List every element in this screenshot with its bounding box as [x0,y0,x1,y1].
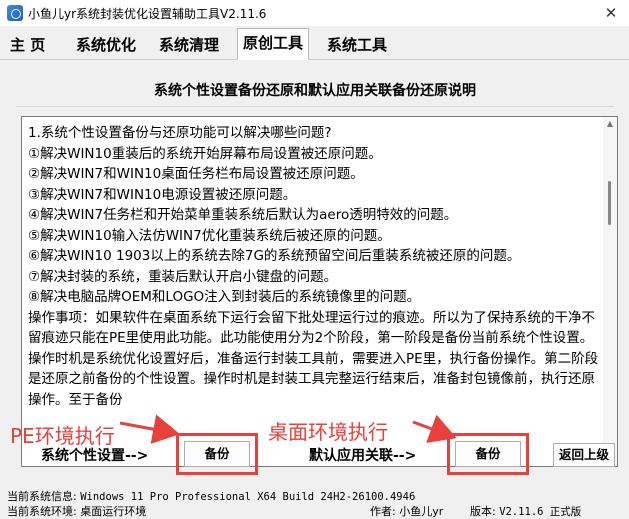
sysinfo-value: Windows 11 Pro Professional X64 Build 24… [80,491,416,503]
status-env: 当前系统环境: 桌面运行环境 [7,503,146,519]
assoc-backup-button[interactable]: 备份 [455,441,521,467]
personal-settings-label: 系统个性设置--> [41,448,149,464]
personal-backup-button[interactable]: 备份 [184,441,250,467]
status-author: 作者: 小鱼儿yr [370,503,443,519]
default-app-assoc-label: 默认应用关联--> [309,448,417,464]
author-label: 作者: [370,505,396,518]
arrow-to-desktop-button [412,414,457,443]
version-value: V2.11.6 正式版 [499,506,582,518]
annotation-arrows [119,414,457,444]
status-sysinfo: 当前系统信息: Windows 11 Pro Professional X64 … [7,488,415,504]
arrow-to-pe-button [119,414,180,444]
author-value: 小鱼儿yr [399,505,444,518]
back-button[interactable]: 返回上级 [553,443,615,467]
version-label: 版本: [470,505,496,518]
sysinfo-label: 当前系统信息: [7,490,77,503]
env-label: 当前系统环境: [7,505,77,518]
env-value: 桌面运行环境 [80,505,147,518]
status-version: 版本: V2.11.6 正式版 [470,503,581,519]
